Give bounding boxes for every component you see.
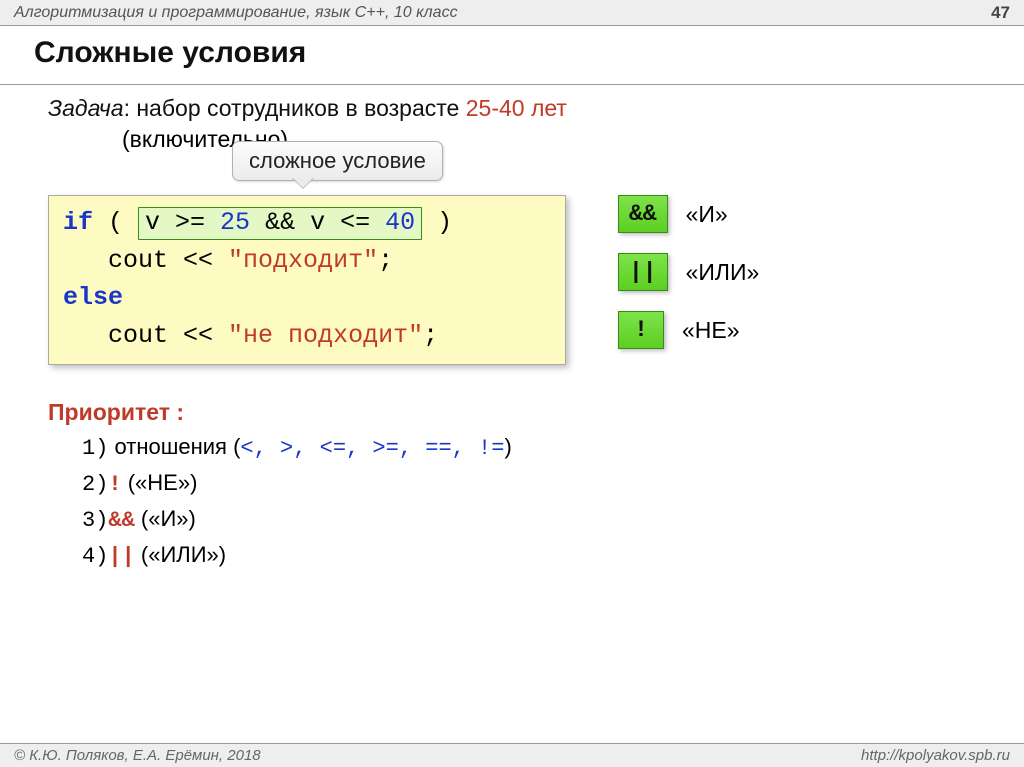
- priority-title: Приоритет :: [48, 399, 990, 426]
- header-title: Алгоритмизация и программирование, язык …: [14, 4, 458, 22]
- prio-3-label: («И»): [135, 506, 196, 531]
- page-number: 47: [991, 3, 1010, 23]
- condition-highlight: v >= 25 && v <= 40: [138, 207, 422, 240]
- legend-row-not: ! «НЕ»: [618, 311, 759, 349]
- legend-label-or: «ИЛИ»: [686, 259, 760, 286]
- paren-open: (: [93, 208, 138, 237]
- cond-v1: v >=: [145, 208, 220, 237]
- cond-25: 25: [220, 208, 250, 237]
- legend-row-or: || «ИЛИ»: [618, 253, 759, 291]
- cond-and: && v <=: [250, 208, 385, 237]
- code-line-1: if ( v >= 25 && v <= 40 ): [63, 204, 551, 242]
- task-accent: 25-40 лет: [466, 95, 567, 121]
- code-line-4: cout << "не подходит";: [63, 317, 551, 355]
- chip-not: !: [618, 311, 664, 349]
- footer-right: http://kpolyakov.spb.ru: [861, 747, 1010, 764]
- divider: [0, 84, 1024, 85]
- prio-1-ops: <, >, <=, >=, ==, !=: [240, 436, 504, 461]
- code-line-3: else: [63, 279, 551, 317]
- legend-label-and: «И»: [686, 201, 728, 228]
- task-label: Задача: [48, 95, 124, 121]
- task-line2: (включительно).: [34, 126, 990, 153]
- footer-bar: © К.Ю. Поляков, Е.А. Ерёмин, 2018 http:/…: [0, 743, 1024, 767]
- operator-legend: && «И» || «ИЛИ» ! «НЕ»: [618, 195, 759, 369]
- cond-40: 40: [385, 208, 415, 237]
- chip-and: &&: [618, 195, 668, 233]
- slide-content: Сложные условия Задача: набор сотруднико…: [0, 26, 1024, 574]
- prio-1-prefix: отношения (: [108, 434, 240, 459]
- prio-idx-2: 2): [82, 472, 108, 497]
- prio-idx-4: 4): [82, 544, 108, 569]
- code-line-2: cout << "подходит";: [63, 242, 551, 280]
- task-text: : набор сотрудников в возрасте: [124, 95, 466, 121]
- cout1-str: "подходит": [228, 246, 378, 275]
- prio-1-suffix: ): [504, 434, 511, 459]
- slide-title: Сложные условия: [34, 36, 990, 70]
- main-row: if ( v >= 25 && v <= 40 ) cout << "подхо…: [34, 195, 990, 369]
- legend-label-not: «НЕ»: [682, 317, 740, 344]
- prio-item-2: 2)! («НЕ»): [82, 466, 990, 502]
- task-line: Задача: набор сотрудников в возрасте 25-…: [34, 93, 990, 124]
- prio-2-op: !: [108, 472, 121, 497]
- semi1: ;: [378, 246, 393, 275]
- prio-item-3: 3)&& («И»): [82, 502, 990, 538]
- chip-or: ||: [618, 253, 668, 291]
- kw-else: else: [63, 283, 123, 312]
- priority-list: 1) отношения (<, >, <=, >=, ==, !=) 2)! …: [82, 430, 990, 574]
- kw-if: if: [63, 208, 93, 237]
- prio-idx-1: 1): [82, 436, 108, 461]
- prio-2-label: («НЕ»): [122, 470, 198, 495]
- code-box: if ( v >= 25 && v <= 40 ) cout << "подхо…: [48, 195, 566, 365]
- prio-idx-3: 3): [82, 508, 108, 533]
- prio-4-op: ||: [108, 544, 134, 569]
- cout2-str: "не подходит": [228, 321, 423, 350]
- prio-item-1: 1) отношения (<, >, <=, >=, ==, !=): [82, 430, 990, 466]
- prio-item-4: 4)|| («ИЛИ»): [82, 538, 990, 574]
- cout2-prefix: cout <<: [108, 321, 228, 350]
- prio-4-label: («ИЛИ»): [135, 542, 226, 567]
- cout1-prefix: cout <<: [108, 246, 228, 275]
- legend-row-and: && «И»: [618, 195, 759, 233]
- semi2: ;: [423, 321, 438, 350]
- header-bar: Алгоритмизация и программирование, язык …: [0, 0, 1024, 26]
- callout-bubble: сложное условие: [232, 141, 443, 181]
- paren-close: ): [422, 208, 452, 237]
- prio-3-op: &&: [108, 508, 134, 533]
- footer-left: © К.Ю. Поляков, Е.А. Ерёмин, 2018: [14, 747, 261, 764]
